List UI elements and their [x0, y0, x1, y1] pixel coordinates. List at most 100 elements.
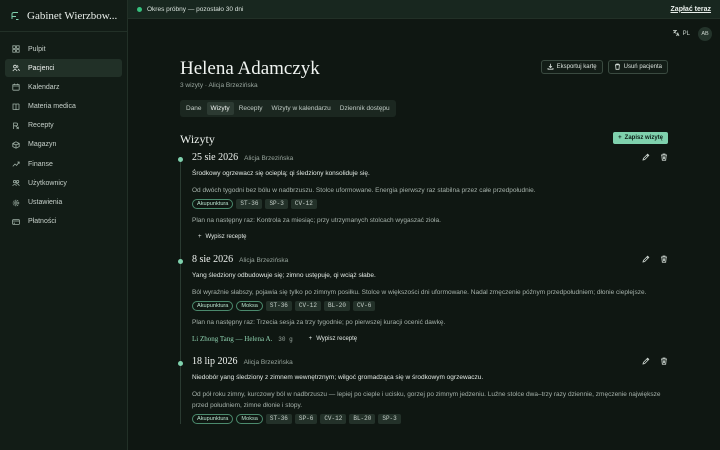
tab-4[interactable]: Dziennik dostępu	[336, 102, 394, 115]
download-icon	[547, 63, 554, 72]
visit-summary: Środkowy ogrzewacz się ocieplą; qi śledz…	[192, 170, 370, 177]
acupoint-code: SP-6	[294, 414, 318, 424]
visits-timeline: 25 sie 2026 Alicja Brzezińska Środkowy ogr…	[178, 152, 668, 424]
gear-icon	[12, 199, 20, 207]
language-switcher[interactable]: PL	[672, 29, 690, 39]
delete-patient-label: Usuń pacjenta	[623, 64, 662, 70]
acupoint-code: SP-3	[378, 414, 401, 424]
prescription-link[interactable]: Li Zhong Tang — Helena A.	[192, 335, 272, 343]
card-icon	[12, 218, 20, 226]
sidebar-item-label: Magazyn	[28, 141, 57, 149]
visit-entry: 25 sie 2026 Alicja Brzezińska Środkowy ogr…	[178, 152, 668, 242]
translate-icon	[672, 29, 680, 39]
edit-icon[interactable]	[642, 255, 650, 263]
visit-summary: Yang śledziony odbudowuje się; zimno ust…	[192, 272, 376, 279]
trial-text: Okres próbny — pozostało 30 dni	[147, 5, 244, 13]
treatment-badge: Moksa	[236, 301, 263, 311]
brand[interactable]: Gabinet Wierzbow...	[0, 0, 127, 32]
avatar[interactable]: AB	[698, 27, 712, 41]
sidebar-item-magazyn[interactable]: Magazyn	[5, 136, 122, 154]
visit-header: 25 sie 2026 Alicja Brzezińska	[192, 152, 668, 166]
sidebar-item-label: Finanse	[28, 160, 53, 168]
visit-header: 18 lip 2026 Alicja Brzezińska	[192, 356, 668, 370]
visit-actions	[642, 357, 668, 365]
user-group-icon	[12, 179, 20, 187]
sidebar-item-finanse[interactable]: Finanse	[5, 155, 122, 173]
visit-date: 8 sie 2026	[192, 254, 234, 265]
sidebar-item-label: Płatności	[28, 218, 57, 226]
patient-tabs: Dane Wizyty Recepty Wizyty w kalendarzu Dzie…	[180, 100, 396, 117]
acupoint-code: ST-36	[265, 414, 292, 424]
app-name: Gabinet Wierzbow...	[27, 9, 118, 22]
treatment-badge: Akupunktura	[192, 414, 234, 424]
acupoint-code: BL-20	[323, 301, 350, 311]
treatment-badge: Moksa	[236, 414, 263, 424]
timeline-dot-icon	[178, 361, 183, 366]
trash-icon[interactable]	[660, 255, 668, 263]
trash-icon[interactable]	[660, 153, 668, 161]
leaf-logo-icon	[10, 11, 20, 21]
sidebar-item-ustawienia[interactable]: Ustawienia	[5, 194, 122, 212]
trial-banner: Okres próbny — pozostało 30 dni Zapłać t…	[128, 0, 720, 19]
visit-entry: 18 lip 2026 Alicja Brzezińska Niedobór yan…	[178, 356, 668, 424]
sidebar-item-materia-medica[interactable]: Materia medica	[5, 98, 122, 116]
sidebar-item-label: Użytkownicy	[28, 179, 67, 187]
visit-description: Ból wyraźnie słabszy, pojawia się tylko …	[192, 289, 647, 296]
visit-date: 25 sie 2026	[192, 152, 239, 163]
sidebar-nav: Pulpit Pacjenci Kalendarz Materia medica Rec…	[0, 32, 127, 240]
language-label: PL	[682, 31, 690, 37]
sidebar-item-label: Pulpit	[28, 45, 46, 53]
edit-icon[interactable]	[642, 357, 650, 365]
dashboard-icon	[12, 45, 20, 53]
delete-patient-button[interactable]: Usuń pacjenta	[607, 60, 668, 74]
write-prescription-label: Wypisz receptę	[205, 234, 247, 240]
users-icon	[12, 64, 20, 72]
sidebar-item-label: Kalendarz	[28, 83, 60, 91]
visit-tags: Akupunktura Moksa ST-36 SP-6 CV-12 BL-20 SP-3	[192, 414, 668, 424]
book-icon	[12, 103, 20, 111]
box-icon	[12, 141, 20, 149]
sidebar-item-pacjenci[interactable]: Pacjenci	[5, 59, 122, 78]
pay-now-link[interactable]: Zapłać teraz	[671, 6, 711, 13]
visit-date: 18 lip 2026	[192, 356, 238, 367]
sidebar-item-kalendarz[interactable]: Kalendarz	[5, 78, 122, 96]
plus-icon: +	[618, 135, 622, 141]
tab-1[interactable]: Wizyty	[206, 102, 234, 115]
acupoint-code: BL-20	[349, 414, 376, 424]
visit-doctor: Alicja Brzezińska	[239, 257, 289, 264]
visit-plan: Plan na następny raz: Kontrola za miesią…	[192, 217, 441, 224]
visit-footer: Li Zhong Tang — Helena A. 30 g + Wypisz rec…	[192, 334, 668, 344]
acupoint-code: ST-36	[265, 301, 292, 311]
acupoint-code: CV-12	[290, 199, 317, 209]
tab-0[interactable]: Dane	[182, 102, 206, 115]
edit-icon[interactable]	[642, 153, 650, 161]
finance-icon	[12, 160, 20, 168]
sidebar-item-recepty[interactable]: Recepty	[5, 117, 122, 135]
trash-icon[interactable]	[660, 357, 668, 365]
write-prescription-button[interactable]: + Wypisz receptę	[303, 336, 357, 342]
visit-tags: Akupunktura ST-36 SP-3 CV-12	[192, 199, 668, 209]
tab-2[interactable]: Recepty	[235, 102, 267, 115]
plus-icon: +	[308, 336, 313, 342]
tab-3[interactable]: Wizyty w kalendarzu	[268, 102, 335, 115]
treatment-badge: Akupunktura	[192, 301, 234, 311]
visit-doctor: Alicja Brzezińska	[244, 155, 294, 162]
visit-entry: 8 sie 2026 Alicja Brzezińska Yang śledzion…	[178, 254, 668, 344]
timeline-dot-icon	[178, 259, 183, 264]
calendar-icon	[12, 83, 20, 91]
add-visit-button[interactable]: + Zapisz wizytę	[613, 132, 668, 144]
sidebar-item-platnosci[interactable]: Płatności	[5, 213, 122, 231]
status-dot-icon	[137, 6, 142, 12]
sidebar-item-uzytkownicy[interactable]: Użytkownicy	[5, 174, 122, 192]
visit-tags: Akupunktura Moksa ST-36 CV-12 BL-20 CV-6	[192, 301, 668, 311]
write-prescription-button[interactable]: + Wypisz receptę	[192, 234, 246, 240]
write-prescription-label: Wypisz receptę	[316, 336, 358, 342]
sidebar-item-pulpit[interactable]: Pulpit	[5, 40, 122, 58]
visit-description: Od dwóch tygodni bez bólu w nadbrzuszu. …	[192, 187, 536, 194]
main-area: Okres próbny — pozostało 30 dni Zapłać t…	[128, 0, 720, 450]
trash-icon	[614, 63, 621, 72]
acupoint-code: CV-12	[294, 301, 321, 311]
prescription-dose: 30 g	[278, 335, 293, 343]
export-card-button[interactable]: Eksportuj kartę	[540, 60, 603, 74]
treatment-badge: Akupunktura	[192, 199, 234, 209]
